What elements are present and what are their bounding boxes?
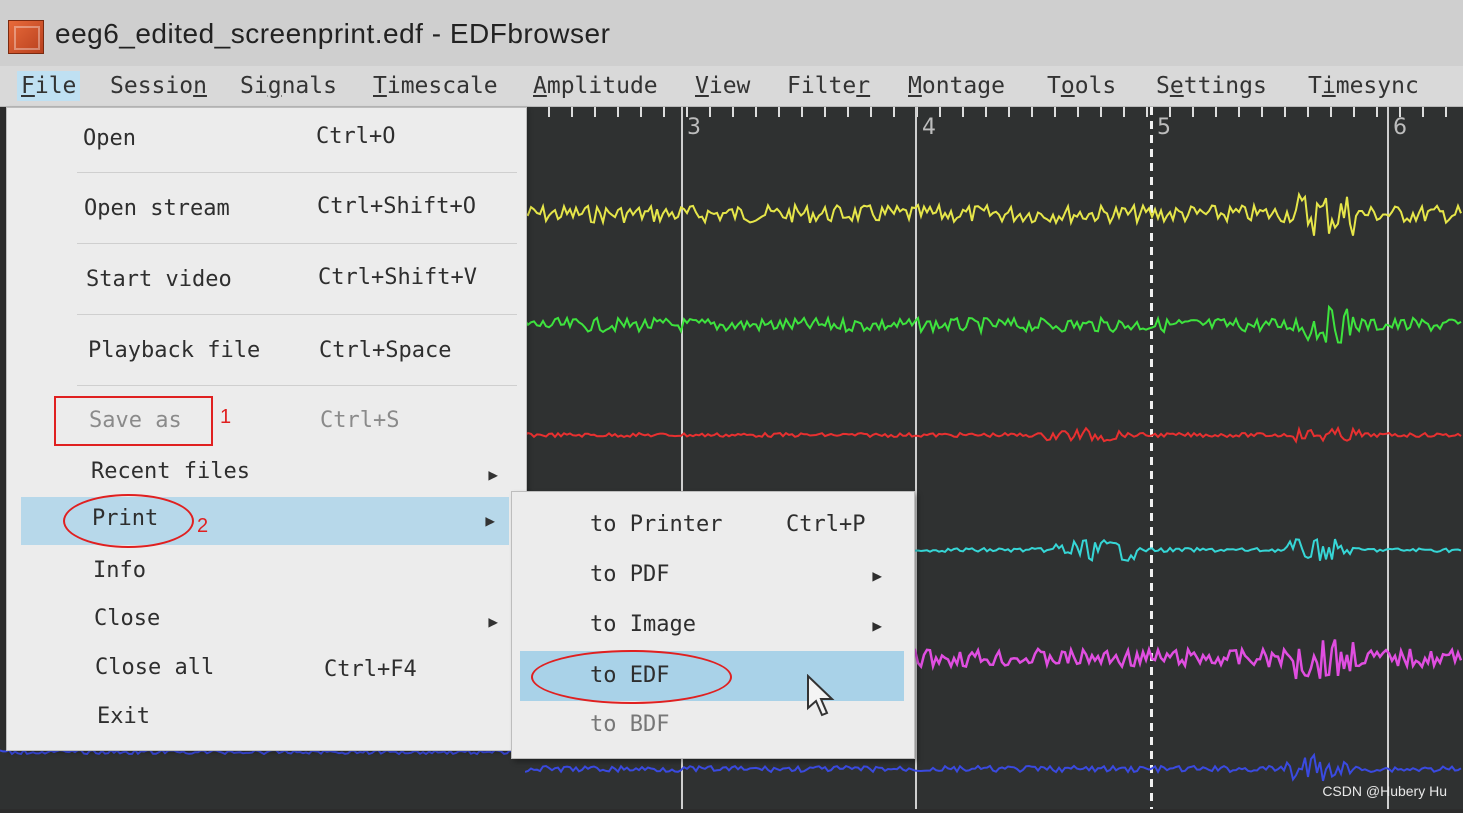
menu-session[interactable]: Session: [106, 71, 211, 101]
mouse-pointer-icon: [807, 674, 835, 717]
menu-separator: [77, 314, 517, 315]
print-to-printer[interactable]: to Printer Ctrl+P: [512, 502, 914, 548]
title-bar: eeg6_edited_screenprint.edf - EDFbrowser: [0, 0, 1463, 67]
annotation-box-save-as: [54, 396, 213, 446]
file-menu-close-all[interactable]: Close all Ctrl+F4: [7, 653, 526, 693]
print-to-pdf[interactable]: to PDF ▶: [512, 552, 914, 598]
menu-amplitude[interactable]: Amplitude: [529, 71, 662, 101]
annotation-number: 2: [197, 515, 209, 537]
submenu-arrow-icon: ▶: [872, 566, 882, 585]
file-menu-open-stream[interactable]: Open stream Ctrl+Shift+O: [7, 192, 526, 232]
signal-trace-1: [525, 191, 1462, 236]
submenu-arrow-icon: ▶: [485, 511, 495, 530]
menu-view[interactable]: View: [691, 71, 754, 101]
submenu-arrow-icon: ▶: [488, 612, 498, 631]
submenu-arrow-icon: ▶: [872, 616, 882, 635]
menu-montage[interactable]: Montage: [904, 71, 1009, 101]
menu-bar: File Session Signals Timescale Amplitude…: [0, 66, 1463, 107]
menu-settings[interactable]: Settings: [1152, 71, 1271, 101]
print-to-bdf[interactable]: to BDF: [512, 702, 914, 748]
menu-timescale[interactable]: Timescale: [369, 71, 502, 101]
window-title: eeg6_edited_screenprint.edf - EDFbrowser: [55, 18, 611, 49]
print-to-image[interactable]: to Image ▶: [512, 602, 914, 648]
menu-file[interactable]: File: [17, 71, 81, 101]
signal-trace-3: [525, 425, 1462, 444]
menu-separator: [77, 385, 517, 386]
menu-tools[interactable]: Tools: [1043, 71, 1120, 101]
edfbrowser-app-icon: [8, 20, 44, 54]
watermark: CSDN @Hubery Hu: [1322, 783, 1447, 799]
file-menu-close[interactable]: Close ▶: [7, 604, 526, 644]
submenu-arrow-icon: ▶: [488, 465, 498, 484]
annotation-ellipse-to-edf: [531, 650, 732, 704]
file-menu-playback-file[interactable]: Playback file Ctrl+Space: [7, 334, 526, 374]
file-menu-recent-files[interactable]: Recent files ▶: [7, 455, 526, 495]
file-menu-start-video[interactable]: Start video Ctrl+Shift+V: [7, 263, 526, 303]
menu-separator: [77, 243, 517, 244]
annotation-number: 1: [220, 406, 232, 428]
signal-trace-2: [525, 304, 1462, 344]
file-menu-exit[interactable]: Exit: [7, 702, 526, 742]
menu-filter[interactable]: Filter: [783, 71, 874, 101]
file-menu-open[interactable]: Open Ctrl+O: [7, 122, 526, 162]
file-menu-info[interactable]: Info: [7, 554, 526, 594]
menu-signals[interactable]: Signals: [236, 71, 341, 101]
menu-separator: [77, 172, 517, 173]
menu-timesync[interactable]: Timesync: [1304, 71, 1423, 101]
annotation-ellipse-print: [63, 494, 194, 548]
print-submenu: to Printer Ctrl+P to PDF ▶ to Image ▶ to…: [511, 491, 915, 759]
